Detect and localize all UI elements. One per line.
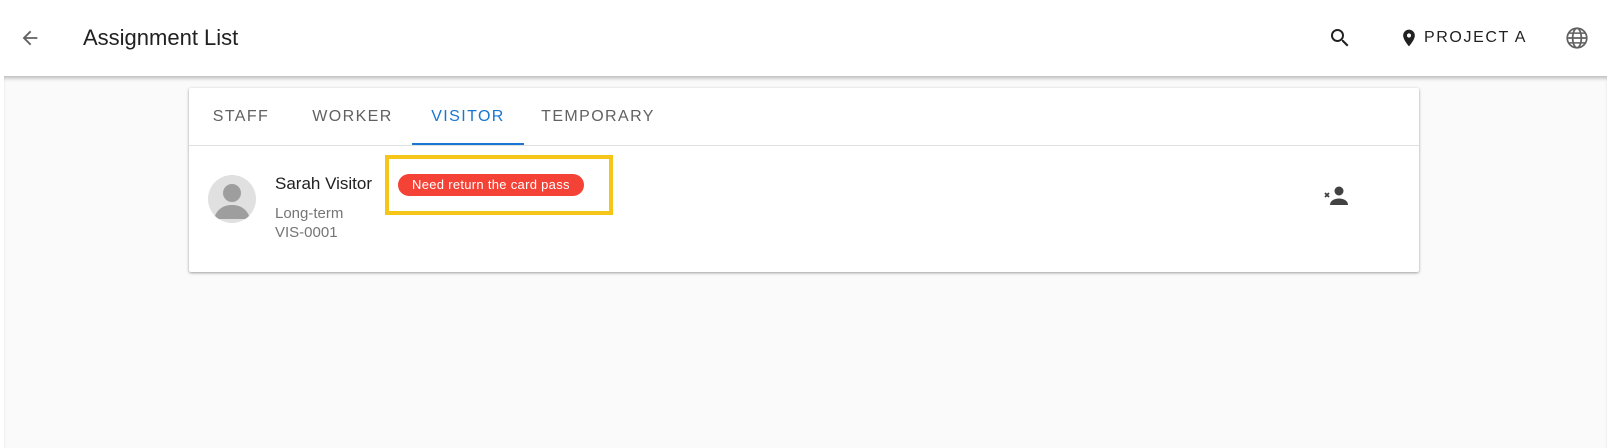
avatar (208, 175, 256, 223)
page-title: Assignment List (83, 25, 239, 50)
visitor-name: Sarah Visitor (275, 174, 373, 193)
remove-person-icon (1324, 186, 1348, 205)
active-tab-indicator (412, 143, 524, 145)
tab-staff[interactable]: STAFF (189, 88, 293, 146)
person-avatar-icon (214, 184, 250, 219)
highlight-box (385, 155, 613, 215)
visitor-type: Long-term (275, 205, 344, 222)
arrow-back-icon (22, 30, 38, 46)
visitor-id: VIS-0001 (275, 224, 338, 241)
location-pin-icon (1398, 26, 1420, 50)
tab-temporary[interactable]: TEMPORARY (524, 88, 672, 146)
tab-bar: STAFF WORKER VISITOR TEMPORARY (189, 88, 1419, 146)
tab-worker[interactable]: WORKER (293, 88, 412, 146)
tab-visitor[interactable]: VISITOR (412, 88, 524, 146)
page: Assignment List PROJECT A STAFF WORKER V… (0, 0, 1611, 448)
search-icon (1331, 29, 1349, 47)
project-label: PROJECT A (1424, 29, 1528, 46)
list-item[interactable]: Sarah Visitor Need return the card pass … (189, 146, 1419, 271)
project-selector-button[interactable]: PROJECT A (1398, 22, 1527, 54)
language-button[interactable] (1561, 22, 1593, 54)
back-button[interactable] (14, 22, 46, 54)
app-bar: Assignment List PROJECT A (0, 0, 1611, 76)
unassign-button[interactable] (1317, 176, 1357, 216)
assignment-card: STAFF WORKER VISITOR TEMPORARY Sarah Vis… (189, 88, 1419, 272)
search-button[interactable] (1324, 22, 1356, 54)
globe-icon (1566, 27, 1588, 49)
